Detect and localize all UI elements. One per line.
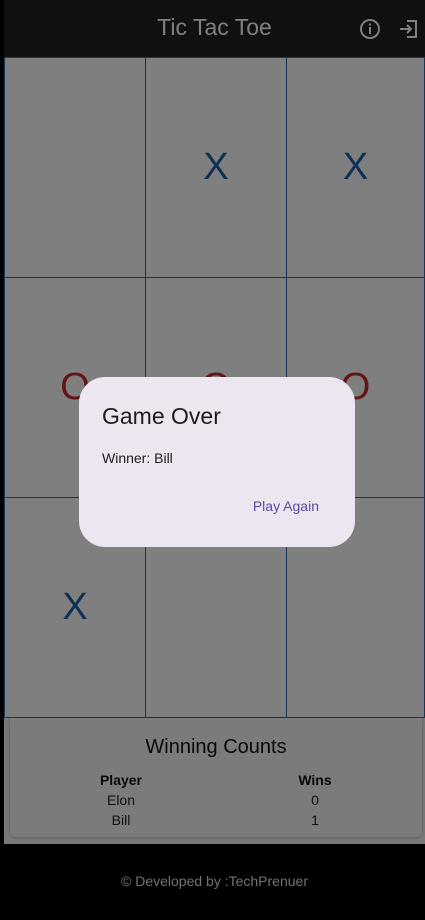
- play-again-button[interactable]: Play Again: [239, 494, 333, 518]
- dialog-message: Winner: Bill: [102, 450, 173, 466]
- dialog-title: Game Over: [102, 403, 221, 429]
- game-over-dialog: Game Over Winner: Bill Play Again: [79, 377, 355, 547]
